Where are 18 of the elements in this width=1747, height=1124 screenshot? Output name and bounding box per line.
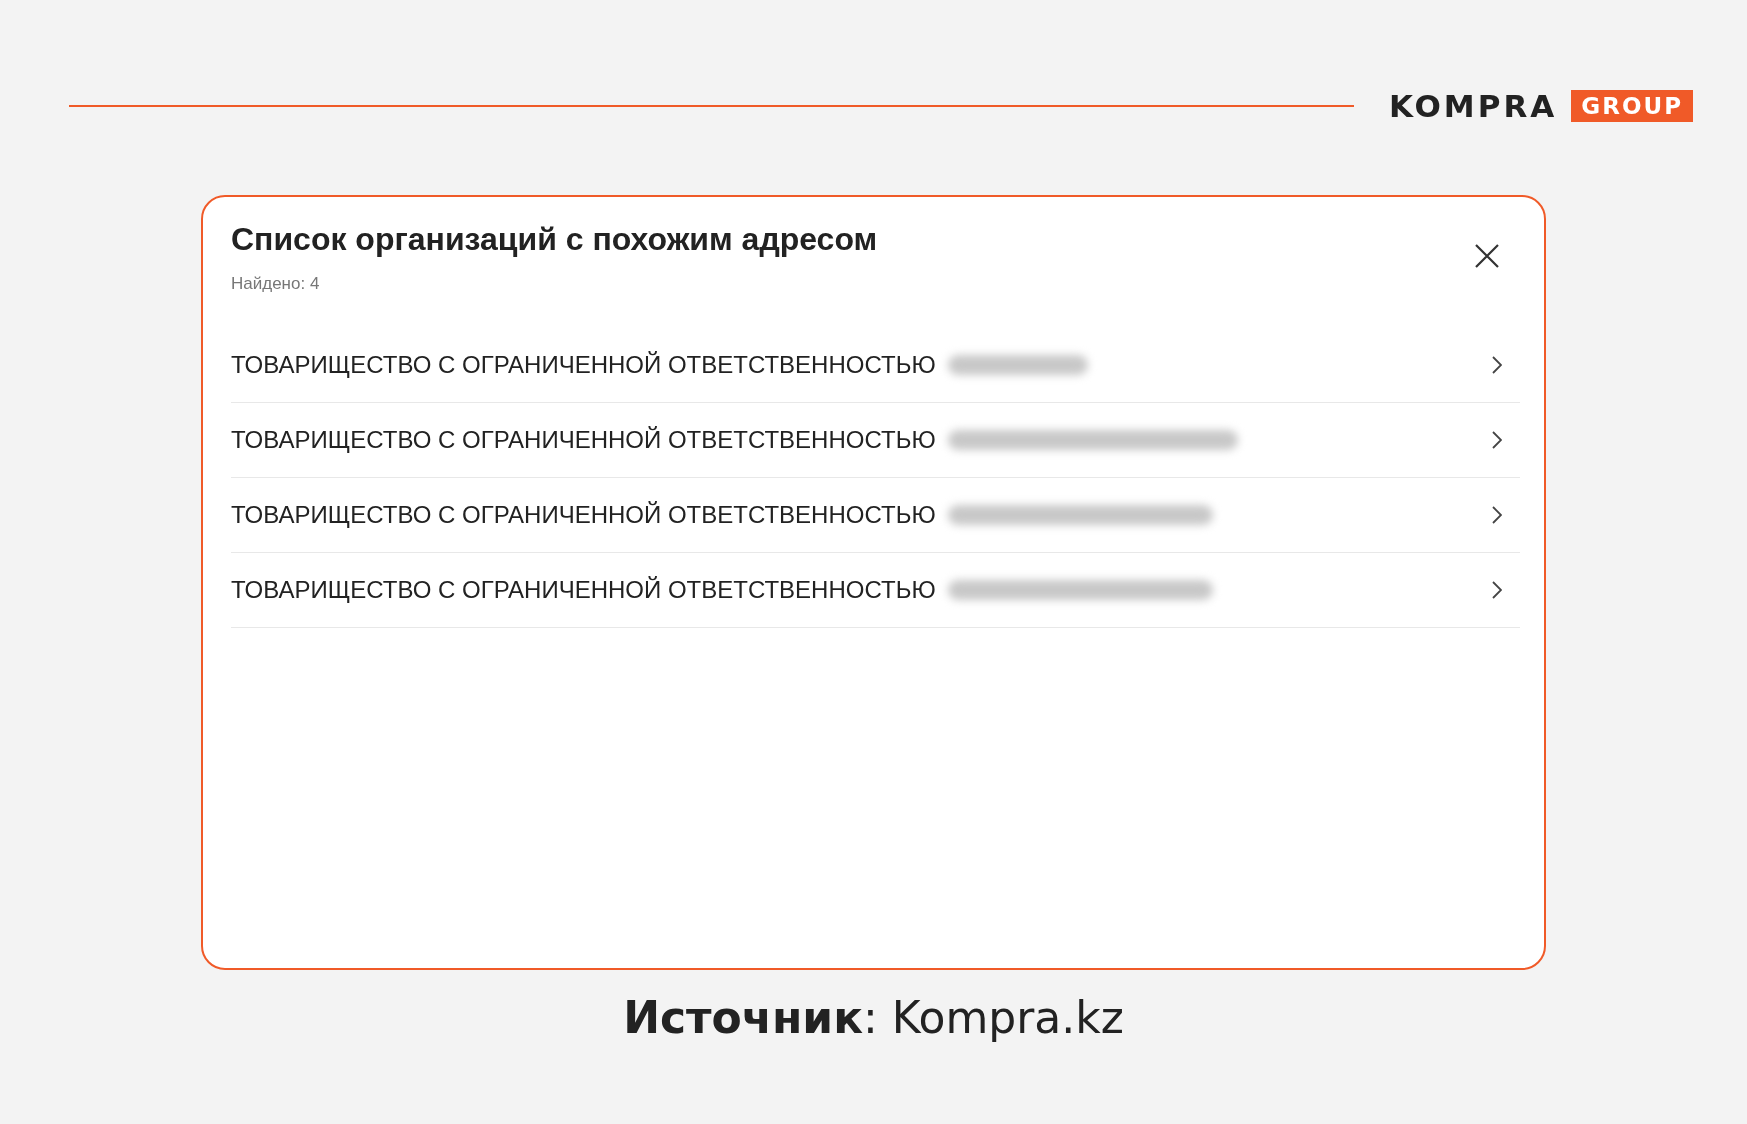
chevron-right-icon (1492, 431, 1502, 449)
found-count: Найдено: 4 (231, 274, 321, 294)
organization-name: ТОВАРИЩЕСТВО С ОГРАНИЧЕННОЙ ОТВЕТСТВЕННОСТЬЮ (231, 351, 936, 379)
chevron-right-icon (1492, 506, 1502, 524)
organization-name: ТОВАРИЩЕСТВО С ОГРАНИЧЕННОЙ ОТВЕТСТВЕННОСТЬЮ (231, 576, 936, 604)
organization-name: ТОВАРИЩЕСТВО С ОГРАНИЧЕННОЙ ОТВЕТСТВЕННОСТЬЮ (231, 426, 936, 454)
chevron-right-icon (1492, 581, 1502, 599)
chevron-right-icon (1492, 356, 1502, 374)
organization-item[interactable]: ТОВАРИЩЕСТВО С ОГРАНИЧЕННОЙ ОТВЕТСТВЕННОСТЬЮ (231, 478, 1520, 553)
organization-item[interactable]: ТОВАРИЩЕСТВО С ОГРАНИЧЕННОЙ ОТВЕТСТВЕННОСТЬЮ (231, 403, 1520, 478)
source-caption: Источник: Kompra.kz (622, 992, 1125, 1043)
dialog-title: Список организаций с похожим адресом (231, 221, 878, 258)
organization-name: ТОВАРИЩЕСТВО С ОГРАНИЧЕННОЙ ОТВЕТСТВЕННОСТЬЮ (231, 501, 936, 529)
close-icon[interactable] (1474, 243, 1500, 269)
organization-item[interactable]: ТОВАРИЩЕСТВО С ОГРАНИЧЕННОЙ ОТВЕТСТВЕННОСТЬЮ (231, 328, 1520, 403)
brand-name: KOMPRA (1388, 88, 1558, 124)
brand-badge: GROUP (1571, 90, 1693, 122)
organization-item[interactable]: ТОВАРИЩЕСТВО С ОГРАНИЧЕННОЙ ОТВЕТСТВЕННОСТЬЮ (231, 553, 1520, 628)
